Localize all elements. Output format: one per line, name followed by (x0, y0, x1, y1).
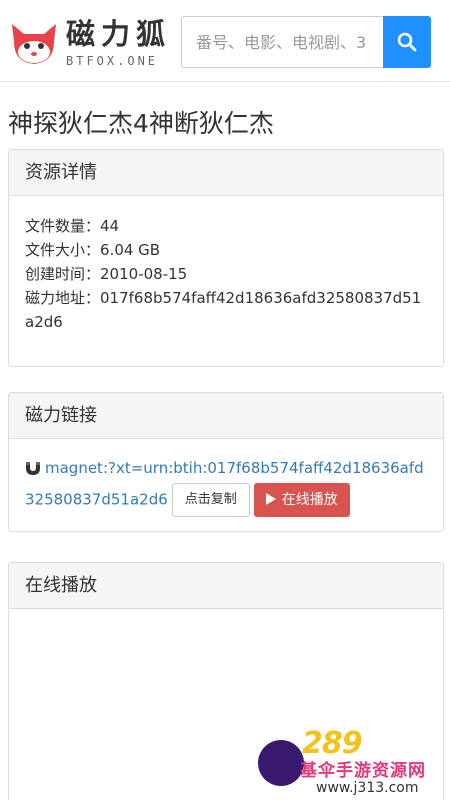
watermark-name: 基伞手游资源网 (300, 761, 426, 781)
magnet-body: magnet:?xt=urn:btih:017f68b574faff42d186… (9, 439, 443, 531)
detail-row-created: 创建时间： 2010-08-15 (25, 262, 427, 286)
details-body: 文件数量： 44 文件大小： 6.04 GB 创建时间： 2010-08-15 … (9, 196, 443, 348)
search-button[interactable] (383, 16, 431, 68)
fox-logo-icon[interactable] (8, 20, 60, 66)
detail-key: 文件大小： (25, 241, 101, 259)
detail-value: 6.04 GB (100, 241, 161, 259)
detail-row-file-count: 文件数量： 44 (25, 214, 427, 238)
play-button-label: 在线播放 (281, 492, 338, 508)
detail-value: 44 (100, 217, 120, 235)
play-icon (265, 493, 276, 505)
details-heading: 资源详情 (9, 150, 443, 196)
watermark-url: www.j313.com (316, 780, 419, 796)
page-title: 神探狄仁杰4神断狄仁杰 (8, 109, 274, 138)
detail-key: 磁力地址： (25, 289, 101, 307)
top-header: 磁力狐 BTFOX.ONE (0, 0, 450, 82)
detail-row-file-size: 文件大小： 6.04 GB (25, 238, 427, 262)
search-icon (397, 32, 417, 52)
detail-key: 创建时间： (25, 265, 101, 283)
detail-value: 2010-08-15 (100, 265, 188, 283)
brand[interactable]: 磁力狐 BTFOX.ONE (66, 16, 171, 68)
magnet-panel: 磁力链接 magnet:?xt=urn:btih:017f68b574faff4… (8, 392, 444, 532)
brand-domain: BTFOX.ONE (66, 54, 159, 68)
magnet-icon (26, 462, 40, 475)
brand-name: 磁力狐 (66, 17, 172, 51)
copy-button[interactable]: 点击复制 (171, 483, 250, 517)
player-heading: 在线播放 (9, 563, 443, 609)
watermark-logo-icon (258, 740, 304, 786)
site-watermark: 289 基伞手游资源网 www.j313.com (250, 724, 450, 800)
magnet-heading: 磁力链接 (9, 393, 443, 439)
magnet-line: magnet:?xt=urn:btih:017f68b574faff42d186… (25, 453, 427, 517)
details-panel: 资源详情 文件数量： 44 文件大小： 6.04 GB 创建时间： 2010-0… (8, 149, 444, 367)
search-input[interactable] (181, 16, 384, 68)
detail-row-hash: 磁力地址：017f68b574faff42d18636afd32580837d5… (25, 286, 427, 334)
online-play-button[interactable]: 在线播放 (253, 483, 350, 517)
detail-key: 文件数量： (25, 217, 101, 235)
